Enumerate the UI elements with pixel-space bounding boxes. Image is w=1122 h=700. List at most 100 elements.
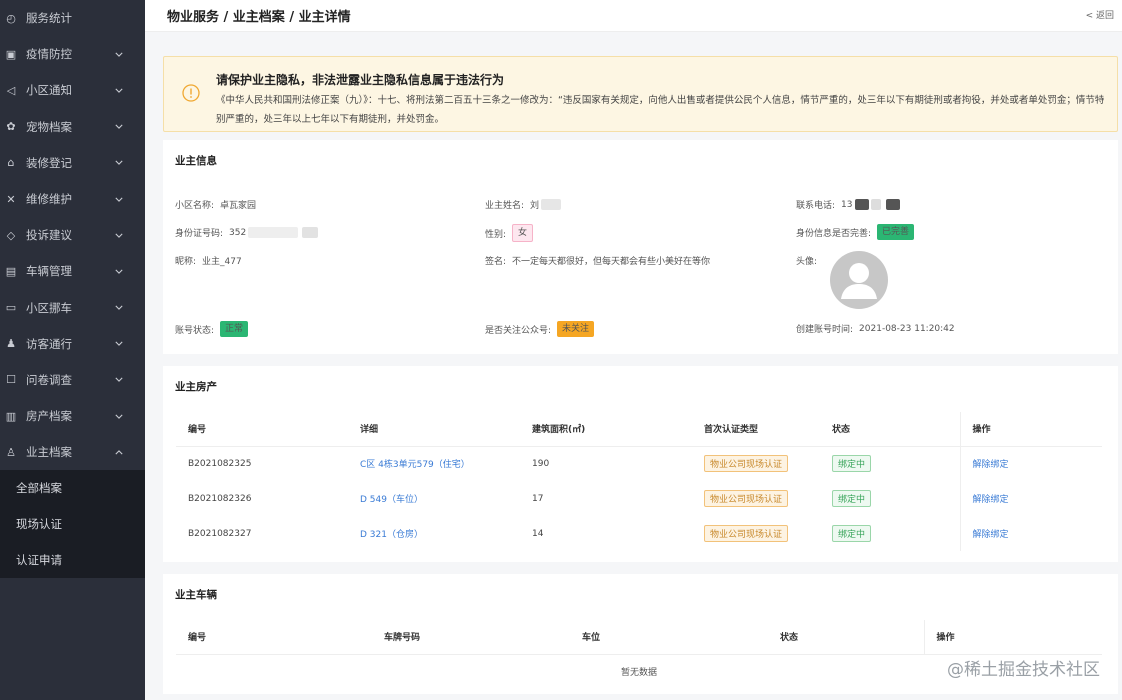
- status-badge: 绑定中: [832, 490, 872, 507]
- community-field: 小区名称: 卓瓦家园: [175, 198, 256, 211]
- chevron-down-icon: [115, 412, 123, 420]
- chevron-down-icon: [115, 195, 123, 203]
- redacted-phone-1: [854, 199, 869, 210]
- follow-label: 是否关注公众号:: [485, 325, 552, 336]
- main-content: 物业服务 / 业主档案 / 业主详情 < 返回 请保护业主隐私，非法泄露业主隐私…: [145, 0, 1122, 700]
- property-area: 14: [532, 528, 544, 539]
- property-detail-link[interactable]: D 321（仓房）: [360, 530, 423, 540]
- redacted-id-1: [248, 227, 299, 238]
- chevron-down-icon: [115, 231, 123, 239]
- sidebar-item-11[interactable]: ▥ 房产档案: [0, 398, 145, 434]
- property-table-header: 编号 详细 建筑面积(㎡) 首次认证类型 状态 操作: [176, 412, 1102, 447]
- created-time-label: 创建账号时间:: [796, 325, 854, 335]
- signature-label: 签名:: [485, 257, 507, 267]
- sidebar-item-5[interactable]: ✕ 维修维护: [0, 181, 145, 217]
- sidebar-item-4[interactable]: ⌂ 装修登记: [0, 145, 145, 181]
- gender-label: 性别:: [485, 229, 507, 240]
- table-row: B2021082327 D 321（仓房） 14 物业公司现场认证 绑定中 解除…: [176, 516, 1102, 551]
- gender-tag: 女: [512, 224, 534, 242]
- col-vehicle-id: 编号: [176, 620, 372, 655]
- property-table: 编号 详细 建筑面积(㎡) 首次认证类型 状态 操作 B2021082325 C…: [176, 412, 1102, 551]
- sidebar-item-label: 疫情防控: [26, 47, 72, 62]
- col-area: 建筑面积(㎡): [520, 412, 692, 447]
- property-id: B2021082327: [188, 528, 252, 539]
- sidebar-item-8[interactable]: ▭ 小区挪车: [0, 290, 145, 326]
- property-area: 17: [532, 493, 544, 504]
- owner-name-value: 刘: [530, 201, 540, 211]
- chevron-down-icon: [115, 159, 123, 167]
- sidebar-item-label: 宠物档案: [26, 119, 72, 134]
- sidebar-item-10[interactable]: ☐ 问卷调查: [0, 362, 145, 398]
- col-detail: 详细: [348, 412, 520, 447]
- sidebar: ◴ 服务统计 ▣ 疫情防控 ◁ 小区通知 ✿ 宠物档案 ⌂ 装修登记 ✕ 维修维护 ◇ 投诉建议 ▤ 车辆管理…: [0, 0, 145, 700]
- chevron-down-icon: [115, 340, 123, 348]
- auth-type-tag: 物业公司现场认证: [704, 455, 789, 473]
- shield-icon: ▣: [5, 47, 17, 61]
- community-value: 卓瓦家园: [220, 201, 257, 211]
- sidebar-item-2[interactable]: ◁ 小区通知: [0, 72, 145, 108]
- owner-name-label: 业主姓名:: [485, 201, 525, 211]
- phone-field: 联系电话: 13: [796, 198, 900, 211]
- col-parking: 车位: [570, 620, 768, 655]
- gender-field: 性别: 女: [485, 224, 534, 242]
- follow-field: 是否关注公众号: 未关注: [485, 321, 595, 337]
- unbind-button[interactable]: 解除绑定: [973, 460, 1009, 470]
- sidebar-item-label: 维修维护: [26, 192, 72, 207]
- tools-icon: ✕: [6, 192, 16, 206]
- alert-title: 请保护业主隐私，非法泄露业主隐私信息属于违法行为: [216, 73, 505, 87]
- nickname-field: 昵称: 业主_477: [175, 254, 242, 267]
- chevron-down-icon: [115, 86, 123, 94]
- table-row: B2021082325 C区 4栋3单元579（住宅） 190 物业公司现场认证…: [176, 446, 1102, 481]
- avatar-label: 头像:: [796, 257, 818, 267]
- alert-body: 《中华人民共和国刑法修正案（九）》：十七、将刑法第二百五十三条之一修改为：“违反…: [216, 95, 1105, 125]
- sidebar-item-label: 小区通知: [26, 83, 72, 98]
- sidebar-item-6[interactable]: ◇ 投诉建议: [0, 217, 145, 253]
- vehicles-title: 业主车辆: [175, 589, 217, 601]
- auth-type-tag: 物业公司现场认证: [704, 490, 789, 507]
- property-area: 190: [532, 458, 550, 469]
- col-vehicle-action: 操作: [923, 620, 1102, 655]
- col-status: 状态: [820, 412, 960, 447]
- property-card: 业主房产 编号 详细 建筑面积(㎡) 首次认证类型 状态 操作 B2021082…: [163, 366, 1118, 562]
- property-detail-link[interactable]: C区 4栋3单元579（住宅）: [360, 460, 470, 470]
- redacted-name: [541, 199, 562, 210]
- sidebar-item-3[interactable]: ✿ 宠物档案: [0, 109, 145, 145]
- sidebar-item-1[interactable]: ▣ 疫情防控: [0, 36, 145, 72]
- property-detail-link[interactable]: D 549（车位）: [360, 495, 423, 505]
- follow-tag: 未关注: [557, 321, 595, 337]
- submenu-item-auth-request[interactable]: 认证申请: [0, 542, 145, 578]
- owner-info-card: 业主信息 小区名称: 卓瓦家园 业主姓名: 刘 联系电话: 13 身份证号码: …: [163, 140, 1118, 354]
- submenu-item-onsite-auth[interactable]: 现场认证: [0, 506, 145, 542]
- sidebar-item-7[interactable]: ▤ 车辆管理: [0, 253, 145, 289]
- sidebar-item-0[interactable]: ◴ 服务统计: [0, 0, 145, 36]
- community-label: 小区名称:: [175, 201, 215, 211]
- property-id: B2021082325: [188, 458, 252, 469]
- user-icon: ♙: [6, 445, 16, 459]
- sidebar-item-9[interactable]: ♟ 访客通行: [0, 326, 145, 362]
- car-icon: ▤: [5, 264, 17, 278]
- default-avatar-icon: [841, 263, 877, 299]
- nickname-label: 昵称:: [175, 257, 197, 267]
- privacy-alert: 请保护业主隐私，非法泄露业主隐私信息属于违法行为 《中华人民共和国刑法修正案（九…: [163, 56, 1118, 132]
- unbind-button[interactable]: 解除绑定: [973, 530, 1009, 540]
- sidebar-item-12[interactable]: ♙ 业主档案: [0, 434, 145, 470]
- back-link[interactable]: < 返回: [1086, 8, 1114, 21]
- submenu-item-all-archives[interactable]: 全部档案: [0, 470, 145, 506]
- col-action: 操作: [959, 412, 1102, 447]
- id-number-field: 身份证号码: 352: [175, 226, 319, 239]
- nickname-value: 业主_477: [202, 257, 242, 267]
- unbind-button[interactable]: 解除绑定: [973, 495, 1009, 505]
- status-badge: 绑定中: [832, 455, 872, 473]
- id-number-value: 352: [229, 227, 247, 238]
- sidebar-item-label: 投诉建议: [26, 228, 72, 243]
- auth-type-tag: 物业公司现场认证: [704, 525, 789, 542]
- megaphone-icon: ◁: [6, 83, 16, 97]
- col-vehicle-status: 状态: [768, 620, 924, 655]
- vehicles-table-header: 编号 车牌号码 车位 状态 操作: [176, 620, 1102, 655]
- pet-icon: ✿: [6, 120, 16, 134]
- breadcrumb: 物业服务 / 业主档案 / 业主详情: [167, 10, 351, 25]
- property-id: B2021082326: [188, 493, 252, 504]
- chevron-up-icon: [115, 448, 123, 456]
- topbar: 物业服务 / 业主档案 / 业主详情 < 返回: [145, 0, 1122, 32]
- chevron-down-icon: [115, 50, 123, 58]
